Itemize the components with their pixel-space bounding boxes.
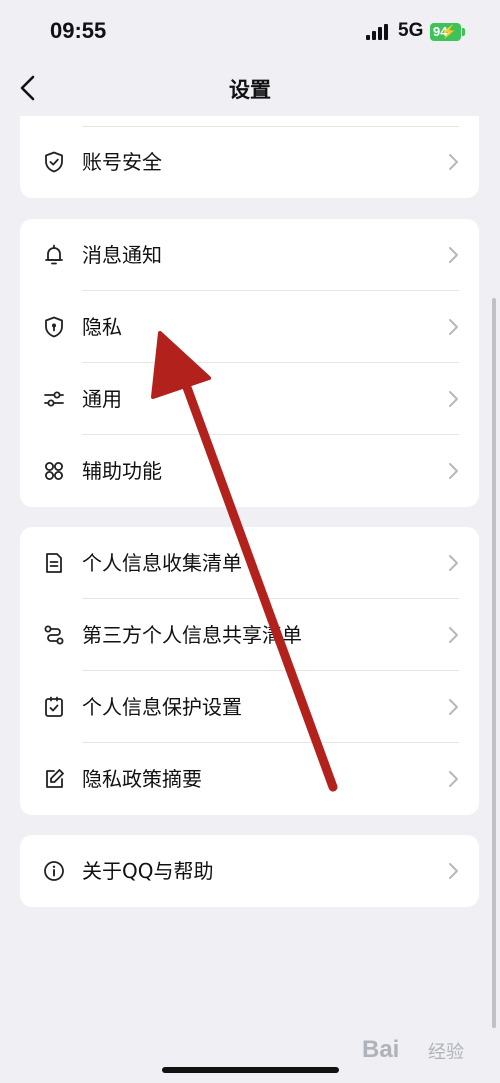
charging-bolt-icon: ⚡	[440, 24, 457, 39]
settings-item-account-security[interactable]: 账号安全	[20, 126, 479, 198]
watermark-logo: Bai 经验	[362, 1030, 480, 1070]
settings-item-label: 隐私政策摘要	[82, 767, 202, 791]
chevron-right-icon	[449, 247, 458, 263]
settings-item-label: 个人信息收集清单	[82, 551, 242, 575]
battery-cap	[462, 28, 465, 36]
chevron-right-icon	[449, 463, 458, 479]
battery-icon: 94 ⚡	[430, 23, 461, 41]
settings-group-general: 消息通知 隐私 通用 辅助功能	[20, 219, 479, 507]
chevron-right-icon	[449, 555, 458, 571]
chevron-right-icon	[449, 627, 458, 643]
chevron-right-icon	[449, 699, 458, 715]
settings-item-label: 第三方个人信息共享清单	[82, 623, 302, 647]
bell-icon	[45, 244, 63, 265]
settings-group-about: 关于QQ与帮助	[20, 835, 479, 907]
signal-icon	[366, 24, 388, 40]
settings-item-label: 辅助功能	[82, 459, 162, 483]
network-type: 5G	[398, 20, 424, 41]
settings-item-notifications[interactable]: 消息通知	[20, 219, 479, 291]
shield-lock-icon	[45, 316, 63, 338]
chevron-right-icon	[449, 863, 458, 879]
status-time: 09:55	[50, 18, 107, 43]
settings-item-label: 通用	[82, 387, 122, 411]
settings-item-label: 个人信息保护设置	[82, 695, 242, 719]
settings-item-privacy[interactable]: 隐私	[20, 291, 479, 363]
settings-item-third-party-sharing[interactable]: 第三方个人信息共享清单	[20, 599, 479, 671]
info-icon	[44, 861, 64, 881]
edit-icon	[46, 769, 64, 788]
settings-group-personal-info: 个人信息收集清单 第三方个人信息共享清单 个人信息保护设置 隐私政策摘要	[20, 527, 479, 815]
chevron-right-icon	[449, 154, 458, 170]
settings-item-info-protection[interactable]: 个人信息保护设置	[20, 671, 479, 743]
status-bar: 09:55 5G 94 ⚡	[0, 0, 500, 60]
settings-item-privacy-policy-summary[interactable]: 隐私政策摘要	[20, 743, 479, 815]
home-indicator	[162, 1067, 339, 1073]
settings-item-info-collection-list[interactable]: 个人信息收集清单	[20, 527, 479, 599]
settings-item-accessibility[interactable]: 辅助功能	[20, 435, 479, 507]
shield-check-icon	[45, 151, 63, 173]
settings-group-account: 账号安全	[20, 116, 479, 198]
grid-circles-icon	[45, 462, 63, 480]
chevron-right-icon	[449, 319, 458, 335]
sliders-icon	[44, 391, 64, 407]
settings-item-general[interactable]: 通用	[20, 363, 479, 435]
watermark-subtext: 经验	[428, 1042, 464, 1063]
chevron-right-icon	[449, 391, 458, 407]
scroll-indicator[interactable]	[492, 298, 496, 1028]
settings-item-label: 关于QQ与帮助	[82, 859, 214, 883]
document-list-icon	[46, 553, 62, 573]
chevron-right-icon	[449, 771, 458, 787]
page-title: 设置	[229, 78, 271, 102]
checkbox-icon	[45, 696, 63, 717]
settings-item-label: 消息通知	[82, 243, 162, 267]
share-route-icon	[44, 625, 64, 645]
settings-item-label: 账号安全	[82, 150, 162, 174]
nav-bar: 设置	[0, 60, 500, 116]
settings-item-about-help[interactable]: 关于QQ与帮助	[20, 835, 479, 907]
watermark-brand: Bai	[362, 1036, 400, 1063]
settings-item-label: 隐私	[82, 315, 122, 339]
